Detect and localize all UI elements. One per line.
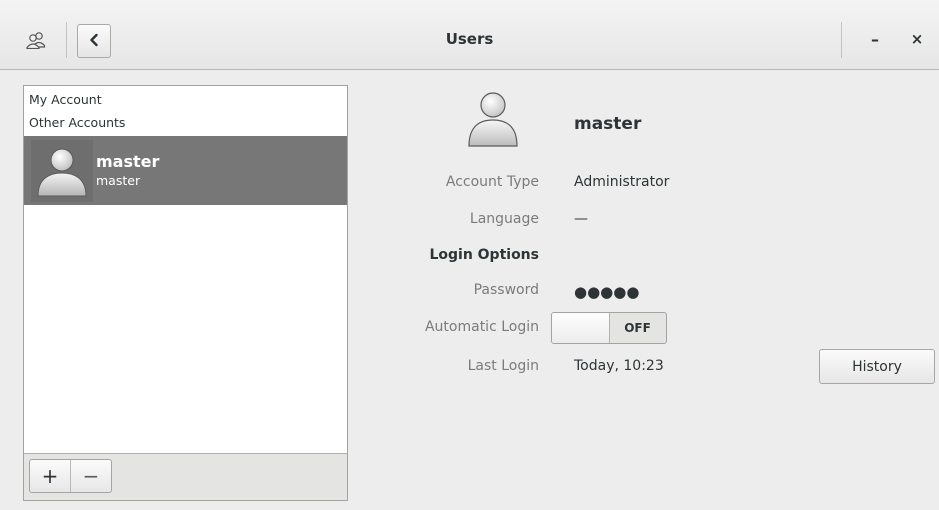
close-button[interactable]: × <box>902 24 932 54</box>
user-avatar-icon <box>31 140 93 202</box>
window-title: Users <box>445 30 494 48</box>
my-account-heading: My Account <box>29 92 102 107</box>
switch-knob[interactable] <box>552 313 610 343</box>
remove-user-button[interactable]: − <box>70 460 111 492</box>
last-login-value: Today, 10:23 <box>574 358 664 374</box>
language-label: Language <box>469 211 539 227</box>
password-label: Password <box>473 282 539 298</box>
other-accounts-heading: Other Accounts <box>29 115 126 130</box>
add-remove-group: + − <box>29 459 112 493</box>
account-type-value[interactable]: Administrator <box>574 174 669 190</box>
add-user-button[interactable]: + <box>30 460 70 492</box>
last-login-label: Last Login <box>467 358 539 374</box>
password-value[interactable]: ●●●●● <box>574 283 639 301</box>
automatic-login-label: Automatic Login <box>424 319 539 335</box>
header-bar: Users – × <box>0 0 939 70</box>
user-list-item-master[interactable]: master master <box>24 136 347 205</box>
switch-state-label: OFF <box>624 321 651 335</box>
account-avatar-icon[interactable] <box>464 88 522 148</box>
header-separator <box>841 22 842 58</box>
language-value[interactable]: — <box>574 211 588 227</box>
sidebar-toolbar: + − <box>24 453 347 500</box>
account-type-label: Account Type <box>445 174 539 190</box>
automatic-login-switch[interactable]: OFF <box>551 312 667 344</box>
minimize-button[interactable]: – <box>860 24 890 54</box>
user-username: master <box>96 173 141 188</box>
account-name[interactable]: master <box>574 114 641 134</box>
accounts-sidebar: My Account Other Accounts master master <box>23 85 348 501</box>
history-button[interactable]: History <box>819 349 935 384</box>
user-display-name: master <box>96 152 160 171</box>
login-options-heading: Login Options <box>429 247 539 263</box>
